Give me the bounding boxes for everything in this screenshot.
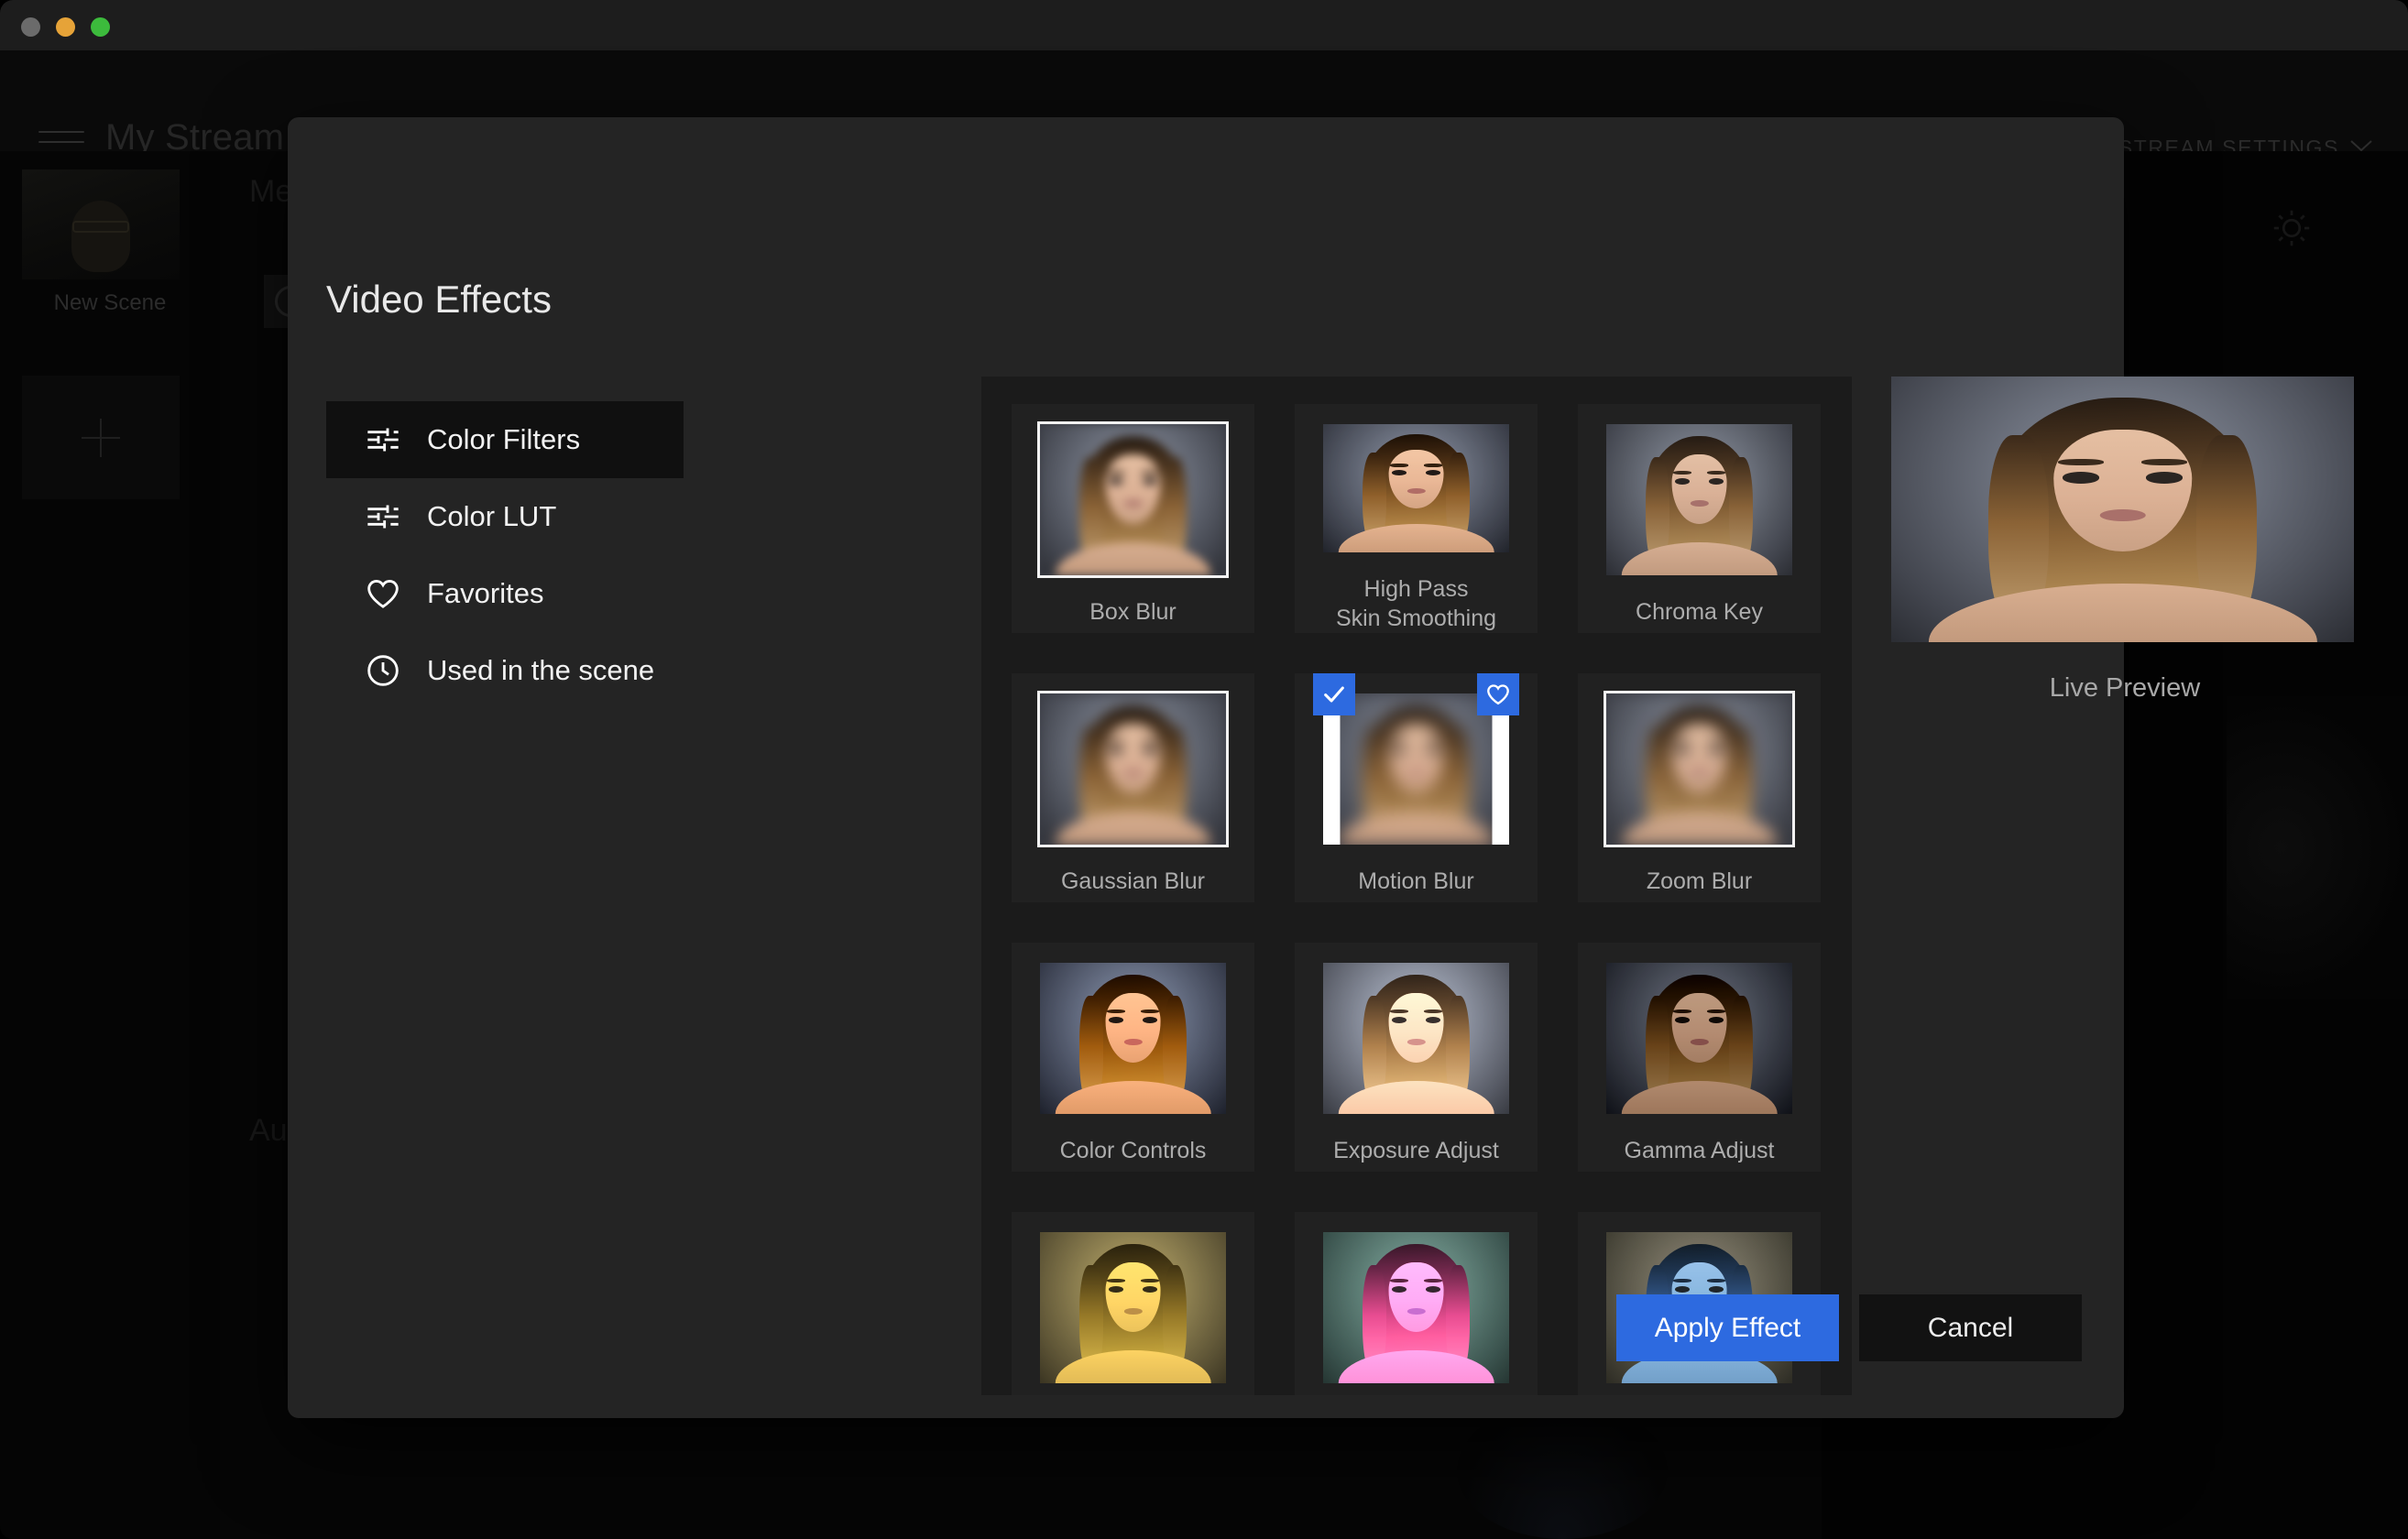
brightness-icon[interactable] [2272, 209, 2311, 247]
effects-grid-scroll-area[interactable]: Box Blur High Pass Skin Smoothing Chroma Ke… [981, 377, 1852, 1395]
maximize-window-button[interactable] [91, 17, 110, 37]
apply-effect-button[interactable]: Apply Effect [1616, 1294, 1839, 1361]
effect-card[interactable]: Box Blur [1012, 404, 1254, 633]
effect-thumbnail [1606, 963, 1792, 1114]
effect-selected-check-icon[interactable] [1313, 673, 1355, 715]
effects-grid: Box Blur High Pass Skin Smoothing Chroma Ke… [1012, 404, 1852, 1395]
effect-card[interactable]: Gaussian Blur [1012, 673, 1254, 902]
effect-thumbnail [1323, 693, 1509, 845]
motion-blur-bars [1323, 693, 1509, 845]
effect-label: Exposure Adjust [1333, 1138, 1499, 1163]
effect-thumbnail [1323, 963, 1509, 1114]
effect-card[interactable] [1295, 1212, 1538, 1395]
media-section-label: Me [249, 174, 293, 209]
effect-favorite-heart-icon[interactable] [1477, 673, 1519, 715]
sidebar-item-label: Favorites [427, 577, 544, 609]
heart-icon [365, 575, 401, 612]
video-effects-dialog: Video Effects Color Filters Color LUT Favo… [288, 117, 2354, 1418]
effect-thumbnail [1604, 691, 1795, 847]
effect-label: High Pass Skin Smoothing [1335, 576, 1497, 631]
scene-thumbnail[interactable] [22, 169, 180, 279]
sidebar-item-label: Color LUT [427, 500, 557, 532]
effect-thumbnail [1323, 424, 1509, 552]
effect-card[interactable]: Zoom Blur [1578, 673, 1821, 902]
scene-label: New Scene [53, 290, 167, 315]
effect-label: Motion Blur [1358, 868, 1474, 894]
scene-person-glasses [72, 221, 129, 233]
effect-thumbnail [1323, 1232, 1509, 1383]
effect-card[interactable]: Exposure Adjust [1295, 943, 1538, 1172]
live-preview-image [1891, 377, 2354, 642]
effect-card[interactable]: Chroma Key [1578, 404, 1821, 633]
effect-thumbnail [1037, 691, 1229, 847]
effect-thumbnail [1040, 1232, 1226, 1383]
effect-thumbnail [1037, 421, 1229, 578]
app-window: My Stream STREAM SETTINGS New Scene Me A… [0, 0, 2408, 1539]
cancel-button[interactable]: Cancel [1859, 1294, 2082, 1361]
dialog-footer: Apply Effect Cancel [1616, 1294, 2082, 1361]
sidebar-item-favorites[interactable]: Favorites [326, 555, 684, 632]
live-preview-panel: Live Preview [1891, 377, 2359, 704]
effect-card[interactable]: Gamma Adjust [1578, 943, 1821, 1172]
effect-label: Gamma Adjust [1624, 1138, 1775, 1163]
audio-section-label: Au [249, 1113, 288, 1148]
effect-thumbnail [1040, 963, 1226, 1114]
effect-label: Color Controls [1059, 1138, 1207, 1163]
scene-person-head [71, 201, 130, 272]
dialog-title: Video Effects [326, 278, 552, 321]
effect-card[interactable]: Motion Blur [1295, 673, 1538, 902]
window-titlebar [0, 0, 2408, 50]
sidebar-item-used-in-the-scene[interactable]: Used in the scene [326, 632, 684, 709]
sidebar-item-color-lut[interactable]: Color LUT [326, 478, 684, 555]
close-window-button[interactable] [21, 17, 40, 37]
canvas-shadow [2227, 696, 2408, 999]
sliders-icon [365, 421, 401, 458]
add-scene-button[interactable] [22, 376, 180, 499]
effect-thumbnail [1606, 424, 1792, 575]
sidebar-item-label: Color Filters [427, 423, 581, 455]
clock-icon [365, 652, 401, 689]
minimize-window-button[interactable] [56, 17, 75, 37]
effect-label: Box Blur [1089, 599, 1177, 625]
sidebar-item-color-filters[interactable]: Color Filters [326, 401, 684, 478]
effect-card[interactable]: Color Controls [1012, 943, 1254, 1172]
sidebar-item-label: Used in the scene [427, 654, 655, 686]
effect-label: Chroma Key [1636, 599, 1763, 625]
effect-card[interactable] [1012, 1212, 1254, 1395]
sliders-icon [365, 498, 401, 535]
scenes-rail: New Scene [0, 151, 220, 1539]
dialog-sidebar: Color Filters Color LUT Favorites Used in t… [326, 401, 684, 686]
effect-label: Gaussian Blur [1060, 868, 1206, 894]
bottom-glow [1457, 1402, 1668, 1539]
live-preview-label: Live Preview [2049, 673, 2201, 703]
effect-label: Zoom Blur [1646, 868, 1753, 894]
effect-card[interactable]: High Pass Skin Smoothing [1295, 404, 1538, 633]
